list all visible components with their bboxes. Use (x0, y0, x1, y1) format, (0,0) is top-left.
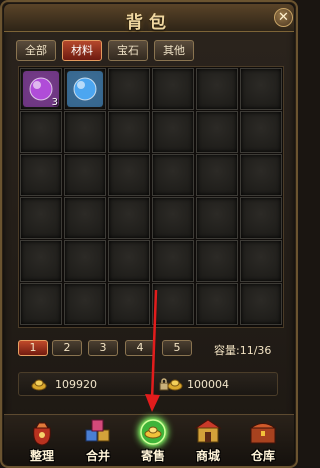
page-button-2[interactable]: 2 (52, 340, 82, 356)
inventory-slot[interactable] (108, 197, 150, 239)
inventory-slot[interactable] (64, 111, 106, 153)
inventory-slot[interactable] (152, 197, 194, 239)
consign-icon (140, 419, 166, 445)
inventory-slot[interactable] (196, 283, 238, 325)
inventory-slot[interactable] (108, 68, 150, 110)
close-button[interactable]: ✕ (274, 8, 293, 27)
page-button-5[interactable]: 5 (162, 340, 192, 356)
inventory-slot[interactable] (64, 197, 106, 239)
bound-gold-amount: 100004 (187, 378, 229, 391)
inventory-slot[interactable] (20, 154, 62, 196)
inventory-slot[interactable] (64, 283, 106, 325)
inventory-slot[interactable] (152, 111, 194, 153)
blue-crystal-item-icon (67, 71, 103, 107)
inventory-slot[interactable] (20, 283, 62, 325)
shop-button[interactable]: 商城 (182, 414, 234, 466)
item-count: 3 (51, 97, 58, 108)
inventory-slot[interactable] (240, 240, 282, 282)
inventory-slot[interactable] (64, 154, 106, 196)
inventory-slot[interactable] (240, 111, 282, 153)
warehouse-chest-icon (249, 423, 277, 444)
sort-bag-icon (33, 422, 51, 446)
inventory-slot[interactable] (108, 111, 150, 153)
inventory-slot[interactable] (64, 240, 106, 282)
inventory-slot[interactable] (196, 154, 238, 196)
merge-label: 合并 (85, 449, 110, 463)
inventory-slot[interactable] (196, 240, 238, 282)
sort-button[interactable]: 整理 (16, 414, 68, 466)
inventory-slot[interactable] (152, 68, 194, 110)
consign-button[interactable]: 寄售 (127, 414, 179, 466)
inventory-slot[interactable] (196, 111, 238, 153)
inventory-slot[interactable] (152, 154, 194, 196)
inventory-slot[interactable] (108, 240, 150, 282)
inventory-slot[interactable] (196, 197, 238, 239)
bound-gold-ingot-icon (167, 379, 183, 391)
inventory-slot[interactable]: 3 (20, 68, 62, 110)
shop-label: 商城 (195, 449, 220, 463)
inventory-slot[interactable] (240, 68, 282, 110)
inventory-slot[interactable] (64, 68, 106, 110)
page-button-3[interactable]: 3 (88, 340, 118, 356)
bag-window: 背包 ✕ 全部 材料 宝石 其他 3 1 2 3 4 5 容量:11/36 10… (0, 0, 298, 468)
gold-amount: 109920 (55, 378, 97, 391)
consign-label: 寄售 (140, 449, 165, 463)
inventory-slot[interactable] (152, 240, 194, 282)
tab-materials[interactable]: 材料 (62, 40, 102, 61)
red-arrow-annotation (145, 289, 160, 412)
capacity-label: 容量:11/36 (214, 344, 272, 357)
inventory-slot[interactable] (240, 154, 282, 196)
tab-all[interactable]: 全部 (16, 40, 56, 61)
inventory-slot[interactable] (240, 197, 282, 239)
title-bar: 背包 ✕ (4, 4, 294, 33)
inventory-slot[interactable] (240, 283, 282, 325)
warehouse-label: 仓库 (250, 449, 275, 463)
page-button-1[interactable]: 1 (18, 340, 48, 356)
inventory-slot[interactable] (108, 154, 150, 196)
tab-other[interactable]: 其他 (154, 40, 194, 61)
sort-label: 整理 (29, 449, 54, 463)
inventory-slot[interactable] (196, 68, 238, 110)
shop-icon (194, 419, 222, 443)
inventory-slot[interactable] (20, 197, 62, 239)
window-title: 背包 (126, 13, 172, 33)
merge-blocks-icon (85, 419, 110, 442)
inventory-slot[interactable] (20, 111, 62, 153)
close-icon: ✕ (278, 10, 289, 25)
gold-ingot-icon (31, 379, 47, 391)
tab-gems[interactable]: 宝石 (108, 40, 148, 61)
warehouse-button[interactable]: 仓库 (237, 414, 289, 466)
inventory-slot[interactable] (20, 240, 62, 282)
merge-button[interactable]: 合并 (72, 414, 124, 466)
